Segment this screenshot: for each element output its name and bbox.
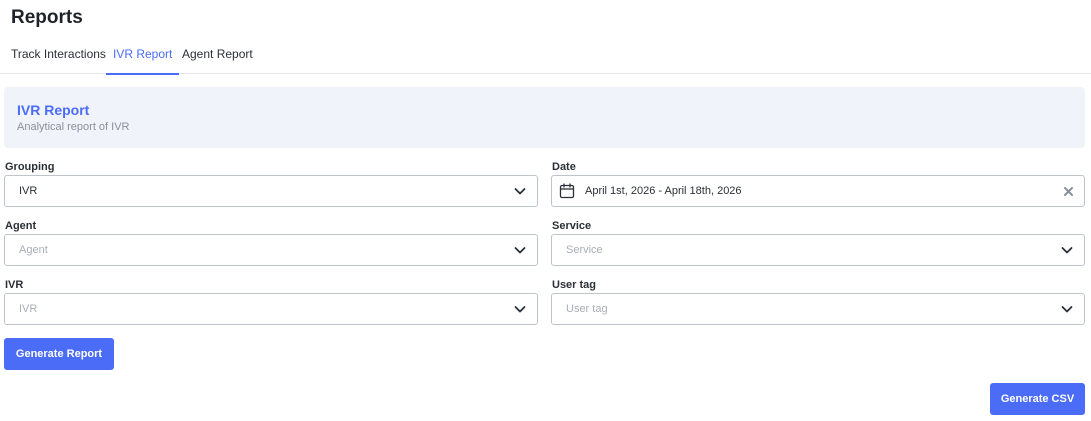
- agent-label: Agent: [5, 220, 37, 232]
- tab-ivr-report[interactable]: IVR Report: [105, 47, 180, 75]
- date-range-picker[interactable]: April 1st, 2026 - April 18th, 2026: [551, 175, 1085, 207]
- grouping-select[interactable]: IVR: [4, 175, 538, 207]
- agent-placeholder: Agent: [19, 244, 48, 256]
- ivr-label: IVR: [5, 279, 24, 291]
- grouping-value: IVR: [19, 185, 38, 197]
- chevron-down-icon: [514, 306, 526, 313]
- agent-select[interactable]: Agent: [4, 234, 538, 266]
- chevron-down-icon: [1061, 306, 1073, 313]
- chevron-down-icon: [514, 247, 526, 254]
- user-tag-label: User tag: [552, 279, 597, 291]
- report-tabs: Track Interactions IVR Report Agent Repo…: [0, 38, 1091, 75]
- grouping-label: Grouping: [5, 161, 55, 173]
- tab-agent-report[interactable]: Agent Report: [182, 47, 253, 74]
- ivr-select[interactable]: IVR: [4, 293, 538, 325]
- date-label: Date: [552, 161, 576, 173]
- chevron-down-icon: [514, 188, 526, 195]
- banner-subtitle: Analytical report of IVR: [17, 121, 130, 133]
- service-placeholder: Service: [566, 244, 603, 256]
- banner-title: IVR Report: [17, 102, 90, 118]
- user-tag-select[interactable]: User tag: [551, 293, 1085, 325]
- clear-icon[interactable]: [1063, 186, 1074, 197]
- service-select[interactable]: Service: [551, 234, 1085, 266]
- generate-csv-button[interactable]: Generate CSV: [990, 383, 1085, 415]
- calendar-icon: [559, 183, 575, 199]
- page-title: Reports: [11, 7, 83, 28]
- date-range-value: April 1st, 2026 - April 18th, 2026: [585, 185, 742, 197]
- chevron-down-icon: [1061, 247, 1073, 254]
- service-label: Service: [552, 220, 592, 232]
- tab-track-interactions[interactable]: Track Interactions: [11, 47, 106, 74]
- report-banner: IVR Report Analytical report of IVR: [4, 87, 1085, 148]
- generate-report-button[interactable]: Generate Report: [4, 338, 114, 370]
- ivr-placeholder: IVR: [19, 303, 38, 315]
- user-tag-placeholder: User tag: [566, 303, 608, 315]
